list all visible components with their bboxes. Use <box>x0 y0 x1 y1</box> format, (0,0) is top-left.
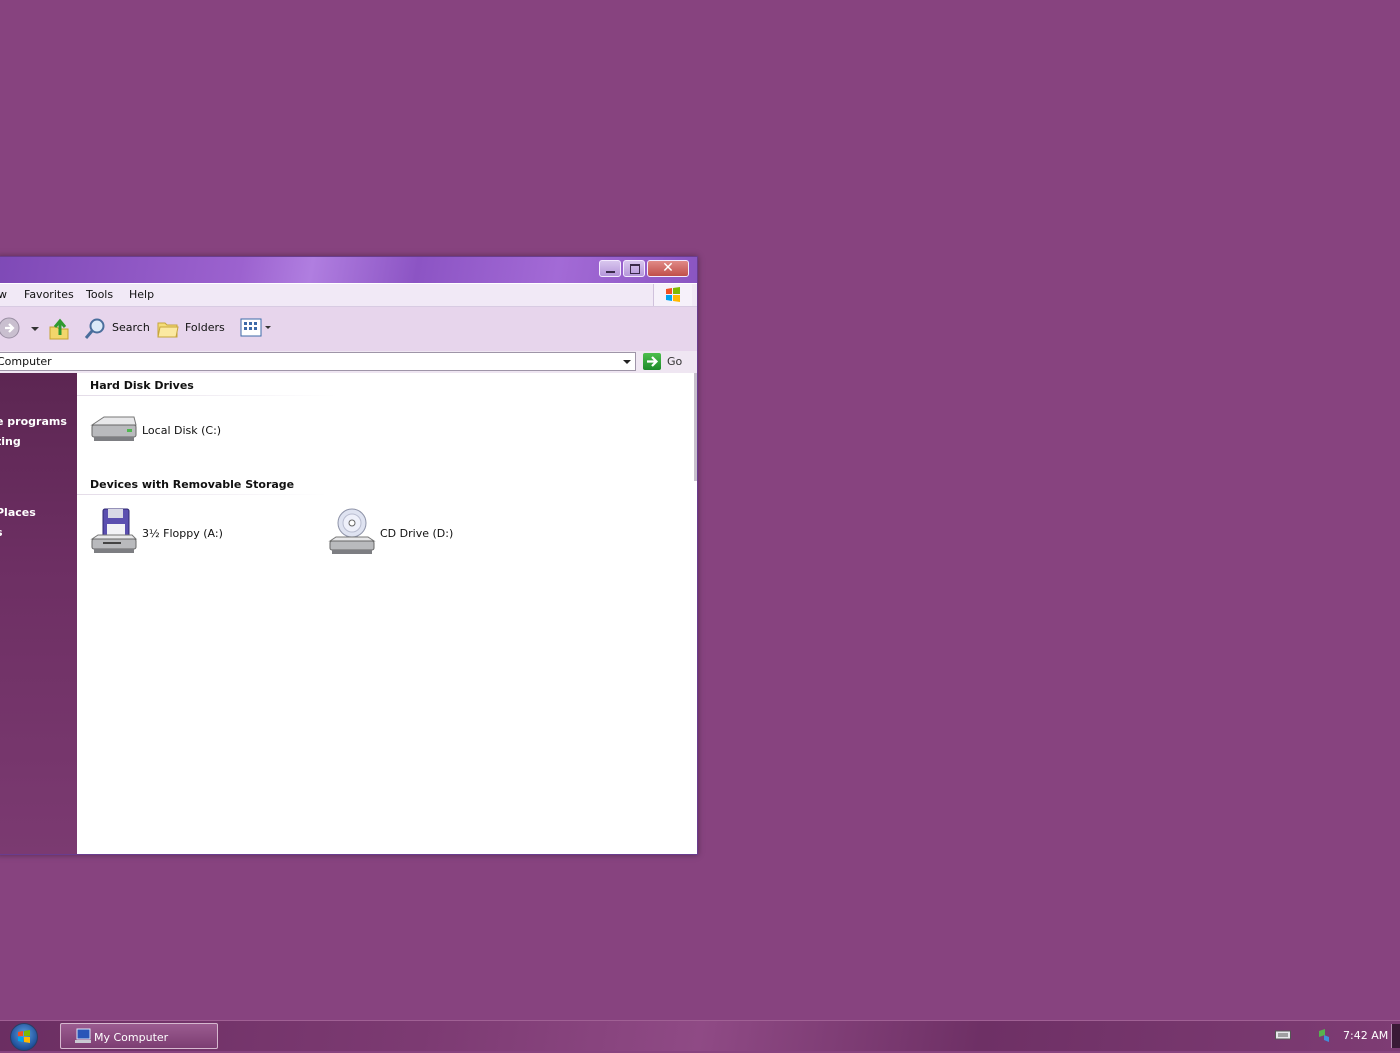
keyboard-icon[interactable] <box>1275 1029 1291 1044</box>
close-button[interactable]: ✕ <box>647 260 689 277</box>
taskbar-button-my-computer[interactable]: My Computer <box>60 1023 218 1049</box>
content-pane: Hard Disk Drives Local Disk (C:) Devices… <box>77 373 697 854</box>
side-link-setting[interactable]: ting <box>0 435 21 448</box>
views-button[interactable] <box>240 317 274 339</box>
group-title-removable: Devices with Removable Storage <box>90 478 295 491</box>
drive-item-local-disk[interactable]: Local Disk (C:) <box>89 411 229 447</box>
scrollbar[interactable] <box>694 373 697 481</box>
address-input[interactable]: Computer <box>0 352 636 371</box>
address-dropdown[interactable] <box>620 353 634 369</box>
side-link-programs[interactable]: e programs <box>0 415 67 428</box>
group-divider <box>77 395 337 396</box>
menu-tools[interactable]: Tools <box>86 288 113 301</box>
forward-button[interactable] <box>0 317 20 339</box>
start-button[interactable] <box>10 1023 38 1051</box>
hard-disk-icon <box>90 416 137 441</box>
task-pane: e programs ting Places s <box>0 373 77 854</box>
group-title-hard-disks: Hard Disk Drives <box>90 379 194 392</box>
menu-favorites[interactable]: Favorites <box>24 288 74 301</box>
network-icon[interactable] <box>1317 1027 1331 1046</box>
go-arrow-icon <box>647 356 659 367</box>
floppy-drive-icon <box>90 508 138 553</box>
search-icon <box>84 318 105 339</box>
title-bar[interactable]: ✕ <box>0 257 697 283</box>
chevron-down-icon <box>623 360 631 364</box>
taskbar: My Computer 7:42 AM <box>0 1020 1400 1051</box>
menu-view[interactable]: w <box>0 288 7 301</box>
search-button[interactable] <box>83 317 107 339</box>
views-icon <box>240 318 271 337</box>
windows-flag-icon <box>18 1030 30 1043</box>
clock: 7:42 AM <box>1343 1029 1389 1042</box>
drive-label: Local Disk (C:) <box>142 424 222 437</box>
toolbar: Search Folders <box>0 307 697 352</box>
taskbar-button-label: My Computer <box>94 1031 169 1044</box>
explorer-window: ✕ w Favorites Tools Help Search Folders … <box>0 256 698 855</box>
maximize-icon <box>624 261 644 276</box>
side-link-places[interactable]: Places <box>0 506 36 519</box>
drive-item-cd[interactable]: CD Drive (D:) <box>327 507 477 557</box>
windows-flag-icon <box>666 287 680 302</box>
go-button[interactable] <box>643 353 661 370</box>
folders-icon <box>157 322 179 338</box>
group-divider <box>77 494 327 495</box>
search-label[interactable]: Search <box>112 321 150 334</box>
drive-label: CD Drive (D:) <box>380 527 454 540</box>
history-dropdown[interactable] <box>30 317 40 339</box>
chevron-down-icon <box>31 327 39 331</box>
up-folder-button[interactable] <box>48 317 70 340</box>
close-icon: ✕ <box>662 260 674 276</box>
drive-label: 3½ Floppy (A:) <box>142 527 223 540</box>
menu-bar: w Favorites Tools Help <box>0 284 697 307</box>
windows-logo <box>653 284 692 306</box>
computer-icon <box>75 1028 91 1043</box>
forward-arrow-icon <box>0 317 20 339</box>
address-bar: Computer Go <box>0 351 697 374</box>
cd-drive-icon <box>328 508 376 554</box>
up-folder-icon <box>49 318 69 340</box>
minimize-icon <box>600 261 620 276</box>
drive-item-floppy[interactable]: 3½ Floppy (A:) <box>89 507 239 557</box>
folders-button[interactable] <box>157 317 179 339</box>
maximize-button[interactable] <box>623 260 645 277</box>
folders-label[interactable]: Folders <box>185 321 225 334</box>
go-label[interactable]: Go <box>667 355 682 368</box>
menu-help[interactable]: Help <box>129 288 154 301</box>
minimize-button[interactable] <box>599 260 621 277</box>
side-link-documents[interactable]: s <box>0 526 3 539</box>
show-desktop-button[interactable] <box>1391 1024 1400 1048</box>
